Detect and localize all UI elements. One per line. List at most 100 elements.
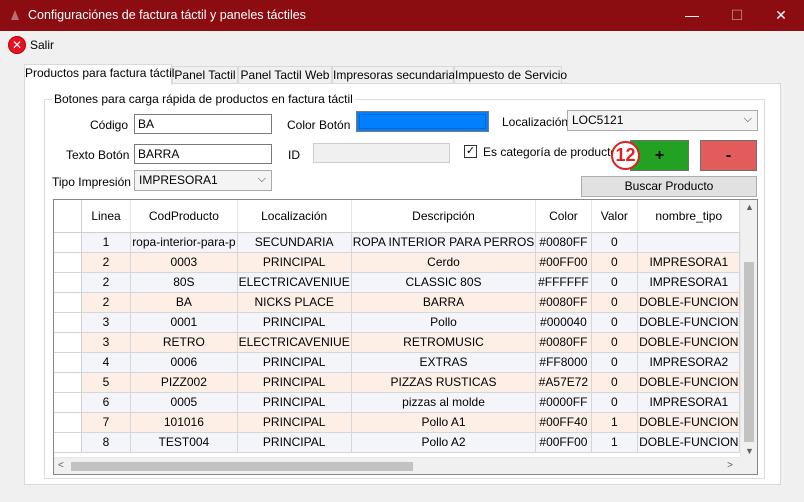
scroll-thumb[interactable] <box>744 262 754 442</box>
table-cell[interactable]: PRINCIPAL <box>237 252 352 273</box>
table-cell[interactable]: 2 <box>81 252 132 273</box>
table-cell[interactable]: 0 <box>591 372 639 393</box>
scroll-down-icon[interactable]: ▼ <box>745 446 754 456</box>
table-cell[interactable]: CLASSIC 80S <box>351 272 537 293</box>
table-cell[interactable]: PRINCIPAL <box>237 352 352 373</box>
table-cell[interactable]: ELECTRICAVENIUE <box>237 332 352 353</box>
scroll-up-icon[interactable]: ▲ <box>745 202 754 212</box>
table-row[interactable]: 40006PRINCIPALEXTRAS#FF80000IMPRESORA22 <box>54 352 757 373</box>
table-cell[interactable]: 0 <box>591 312 639 333</box>
table-cell[interactable]: DOBLE-FUNCION <box>637 312 741 333</box>
table-cell[interactable]: 0 <box>591 292 639 313</box>
table-cell[interactable] <box>637 232 741 253</box>
column-header[interactable]: Linea <box>81 200 132 233</box>
table-cell[interactable]: DOBLE-FUNCION <box>637 292 741 313</box>
table-cell[interactable]: IMPRESORA1 <box>637 272 741 293</box>
localizacion-select[interactable]: LOC5121 ⌵ <box>567 110 758 131</box>
table-cell[interactable]: PIZZ002 <box>130 372 238 393</box>
exit-button[interactable]: ✕ Salir <box>8 35 54 55</box>
table-row[interactable]: 6 0005 PRINCIPAL pizzas al molde #0000FF 0 IMP… <box>54 392 757 413</box>
table-cell[interactable]: BA <box>130 292 238 313</box>
table-cell[interactable]: 3 <box>81 312 132 333</box>
table-cell[interactable]: pizzas al molde <box>351 392 537 413</box>
column-header[interactable]: Localización <box>237 200 352 233</box>
tab-panel-tactil[interactable]: Panel Tactil <box>172 66 238 84</box>
row-header[interactable] <box>54 372 82 393</box>
table-row[interactable]: 5 PIZZ002 PRINCIPAL PIZZAS RUSTICAS #A57E72 0… <box>54 372 757 393</box>
table-cell[interactable]: ROPA INTERIOR PARA PERROS <box>351 232 537 253</box>
table-cell[interactable]: #00FF00 <box>535 432 592 453</box>
table-row[interactable]: 8 TEST004 PRINCIPAL Pollo A2 #00FF00 1 DOBLE-F… <box>54 432 757 453</box>
minimize-button[interactable]: — <box>680 4 704 26</box>
row-header[interactable] <box>54 272 82 293</box>
table-cell[interactable]: #000040 <box>535 312 592 333</box>
table-cell[interactable]: #FFFFFF <box>535 272 592 293</box>
table-cell[interactable]: PRINCIPAL <box>237 372 352 393</box>
row-header[interactable] <box>54 252 82 273</box>
table-cell[interactable]: 101016 <box>130 412 238 433</box>
table-cell[interactable]: Pollo <box>351 312 537 333</box>
table-cell[interactable]: RETRO <box>130 332 238 353</box>
table-cell[interactable]: 0 <box>591 272 639 293</box>
tipo-select[interactable]: IMPRESORA1 ⌵ <box>134 170 272 191</box>
codigo-input[interactable]: BA <box>134 114 272 134</box>
texto-input[interactable]: BARRA <box>134 144 272 164</box>
table-cell[interactable]: 80S <box>130 272 238 293</box>
horizontal-scrollbar[interactable]: < > <box>54 457 757 474</box>
table-cell[interactable]: 4 <box>81 352 132 373</box>
table-cell[interactable]: #0080FF <box>535 292 592 313</box>
table-row[interactable]: 7 101016 PRINCIPAL Pollo A1 #00FF40 1 DOBLE-FU… <box>54 412 757 433</box>
remove-button[interactable]: - <box>700 140 757 171</box>
table-cell[interactable]: 0 <box>591 332 639 353</box>
table-cell[interactable]: EXTRAS <box>351 352 537 373</box>
tab-impresoras-secundarias[interactable]: Impresoras secundarias <box>332 66 461 84</box>
row-header[interactable] <box>54 312 82 333</box>
close-button[interactable]: ✕ <box>769 4 793 26</box>
table-cell[interactable]: #00FF00 <box>535 252 592 273</box>
table-cell[interactable]: 2 <box>81 292 132 313</box>
column-header[interactable]: Valor <box>591 200 639 233</box>
table-cell[interactable]: 0 <box>591 232 639 253</box>
table-cell[interactable]: Pollo A1 <box>351 412 537 433</box>
table-cell[interactable]: NICKS PLACE <box>237 292 352 313</box>
row-header[interactable] <box>54 432 82 453</box>
table-cell[interactable]: DOBLE-FUNCION <box>637 432 741 453</box>
scroll-thumb[interactable] <box>71 462 413 471</box>
table-cell[interactable]: 7 <box>81 412 132 433</box>
tab-panel-tactil-web[interactable]: Panel Tactil Web <box>238 66 332 84</box>
table-cell[interactable]: 0 <box>591 352 639 373</box>
table-cell[interactable]: PRINCIPAL <box>237 432 352 453</box>
table-cell[interactable]: PRINCIPAL <box>237 412 352 433</box>
table-cell[interactable]: PIZZAS RUSTICAS <box>351 372 537 393</box>
table-cell[interactable]: Cerdo <box>351 252 537 273</box>
table-cell[interactable]: 1 <box>591 432 639 453</box>
row-header[interactable] <box>54 412 82 433</box>
table-cell[interactable]: 0003 <box>130 252 238 273</box>
table-cell[interactable]: TEST004 <box>130 432 238 453</box>
table-cell[interactable]: #0080FF <box>535 332 592 353</box>
table-cell[interactable]: PRINCIPAL <box>237 312 352 333</box>
table-cell[interactable]: RETROMUSIC <box>351 332 537 353</box>
table-cell[interactable]: DOBLE-FUNCION <box>637 372 741 393</box>
table-cell[interactable]: #0000FF <box>535 392 592 413</box>
scroll-right-icon[interactable]: > <box>727 460 733 471</box>
column-header[interactable]: Descripción <box>351 200 537 233</box>
search-product-button[interactable]: Buscar Producto <box>581 176 757 197</box>
table-cell[interactable]: #A57E72 <box>535 372 592 393</box>
color-swatch[interactable] <box>356 111 489 132</box>
table-cell[interactable]: 0001 <box>130 312 238 333</box>
row-header[interactable] <box>54 232 82 253</box>
table-cell[interactable]: 0 <box>591 392 639 413</box>
table-cell[interactable]: #FF8000 <box>535 352 592 373</box>
categoria-checkbox[interactable]: ✓ <box>464 145 477 158</box>
products-grid[interactable]: Linea CodProducto Localización Descripci… <box>53 199 758 475</box>
table-row[interactable]: 2 BA NICKS PLACE BARRA #0080FF 0 DOBLE-FUNCION… <box>54 292 757 313</box>
column-header[interactable]: CodProducto <box>130 200 238 233</box>
table-cell[interactable]: DOBLE-FUNCION <box>637 332 741 353</box>
table-row[interactable]: 3 RETRO ELECTRICAVENIUE RETROMUSIC #0080FF 0 D… <box>54 332 757 353</box>
table-row[interactable]: 1 ropa-interior-para-p SECUNDARIA ROPA INTE… <box>54 232 757 253</box>
row-header[interactable] <box>54 332 82 353</box>
table-cell[interactable]: DOBLE-FUNCION <box>637 412 741 433</box>
table-cell[interactable]: BARRA <box>351 292 537 313</box>
tab-impuesto-servicio[interactable]: Impuesto de Servicio <box>454 66 567 84</box>
